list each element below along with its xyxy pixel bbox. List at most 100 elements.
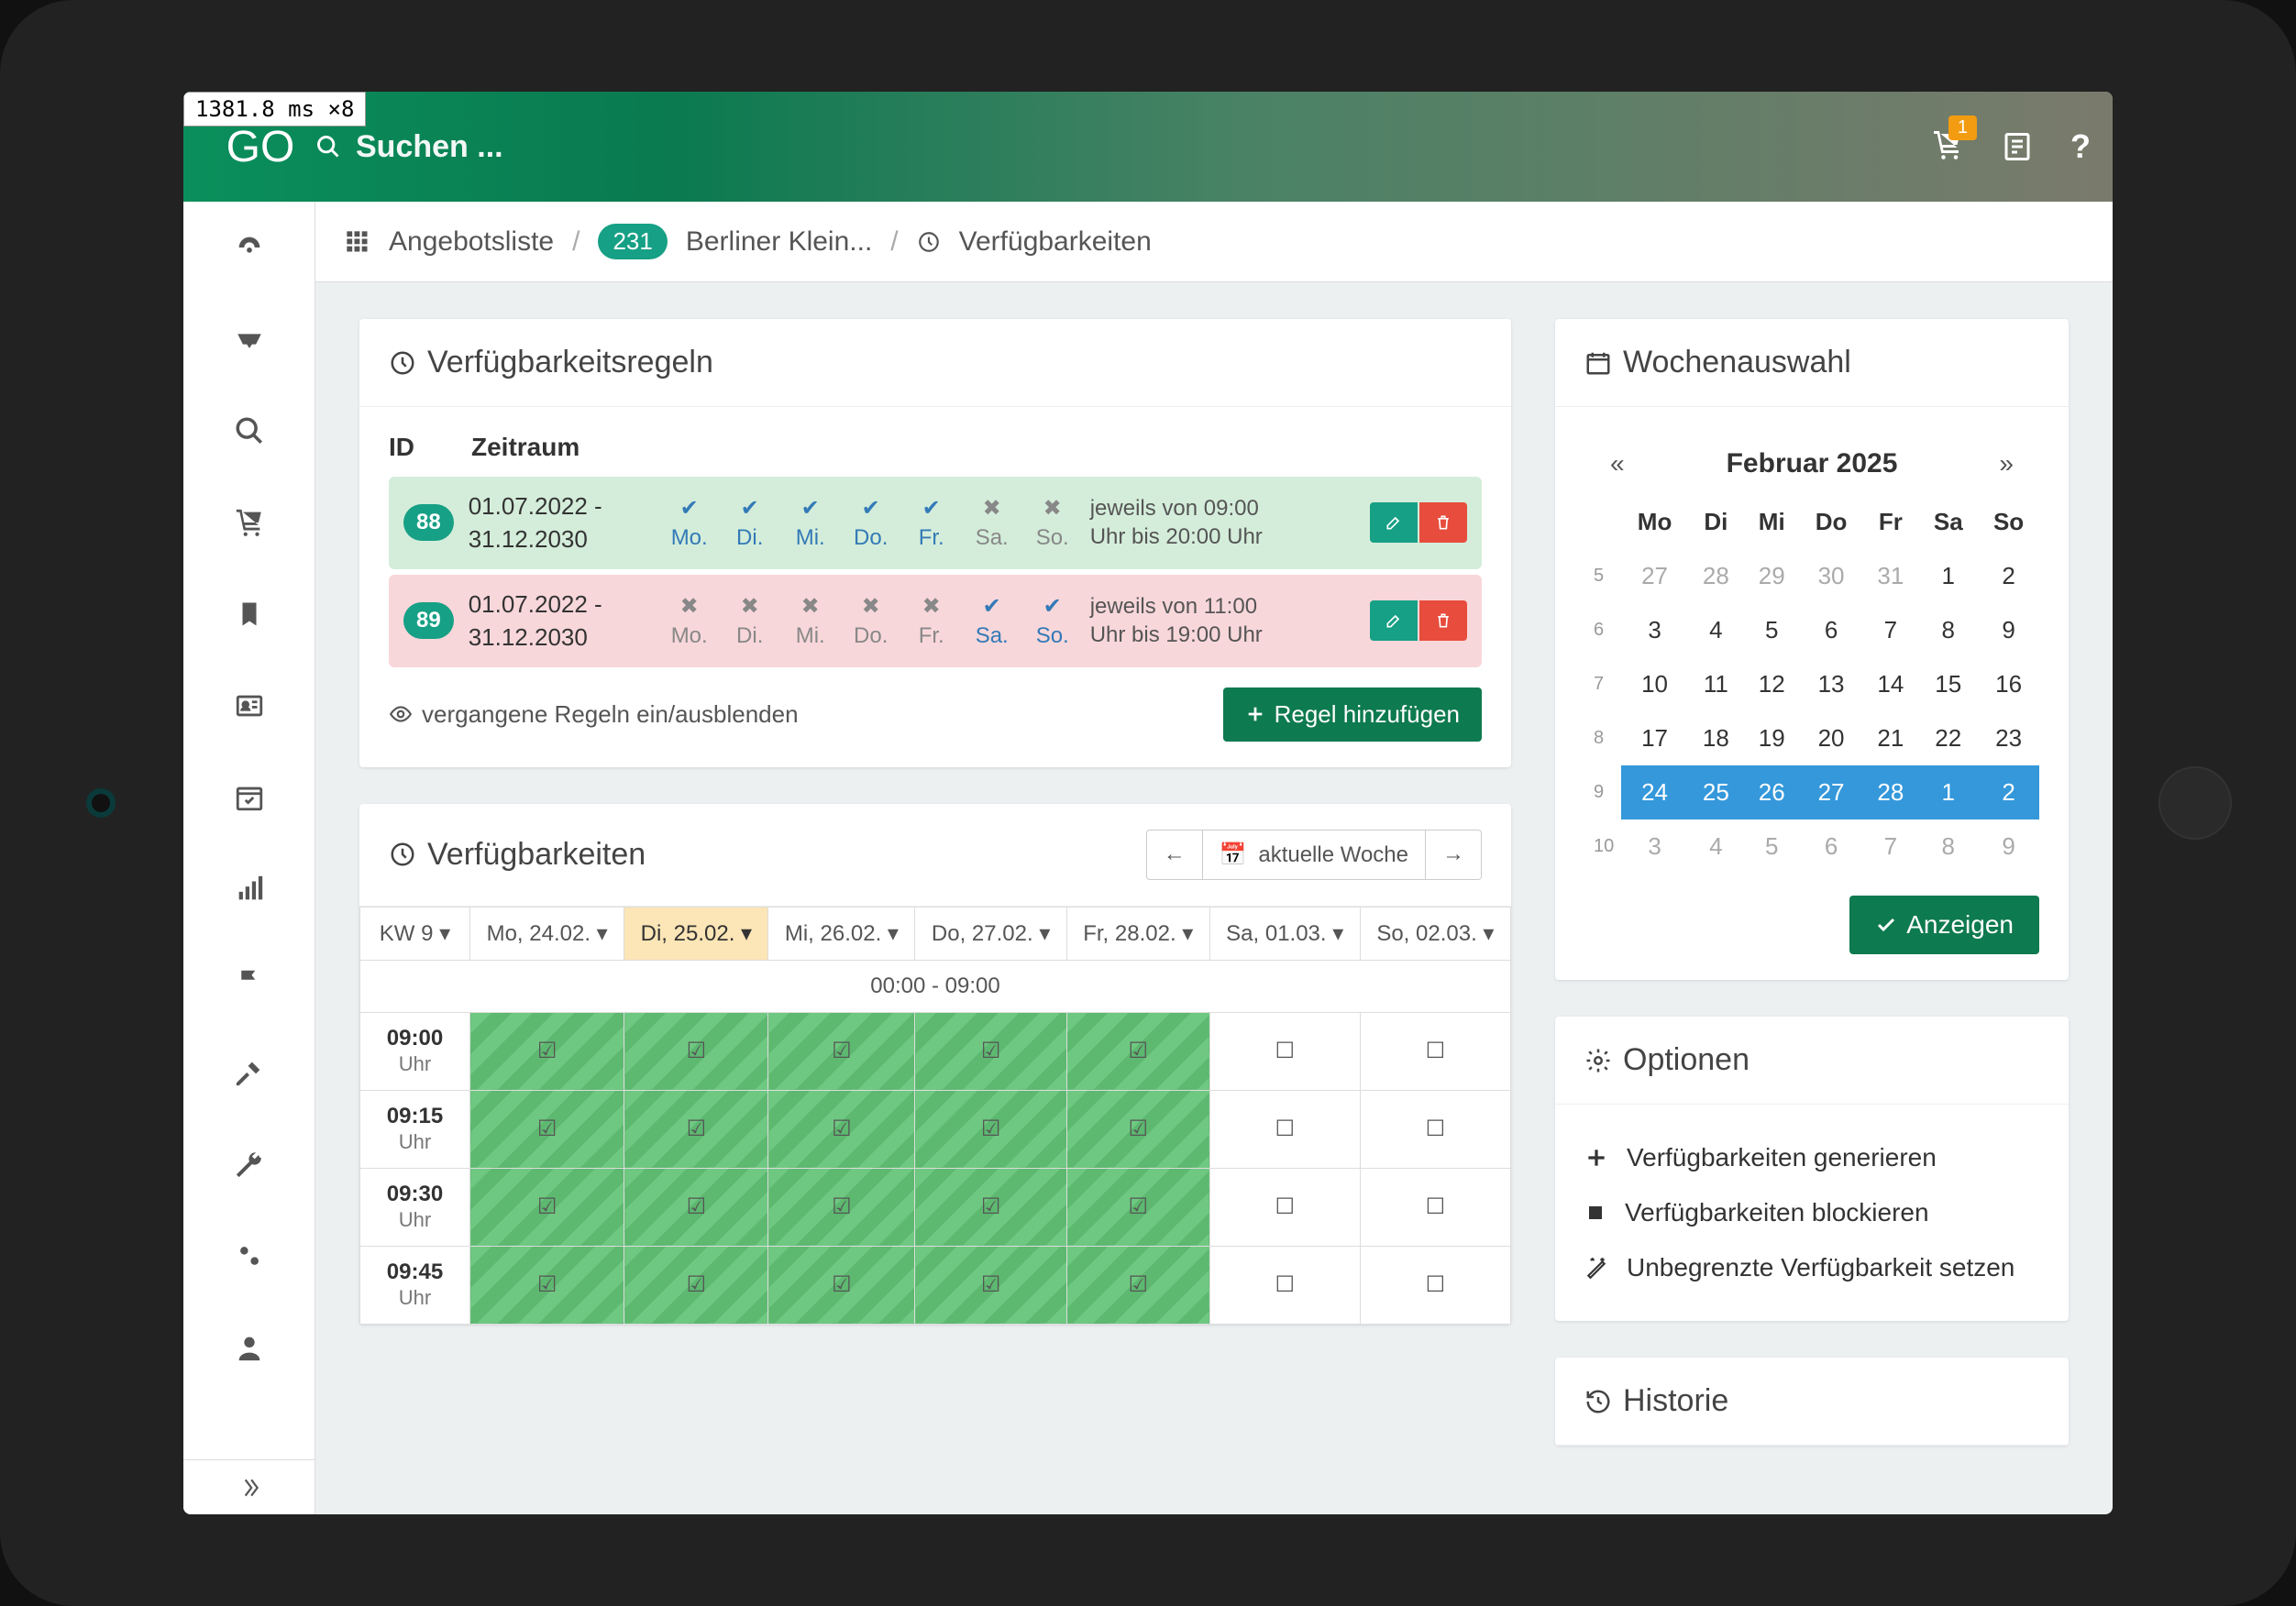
logo[interactable]: GO	[205, 122, 315, 172]
sidebar-item-search[interactable]	[183, 385, 315, 477]
calendar-day[interactable]: 10	[1621, 657, 1688, 711]
calendar-day[interactable]: 4	[1688, 820, 1744, 874]
calendar-day[interactable]: 16	[1978, 657, 2039, 711]
availability-slot-on[interactable]: ☑	[768, 1246, 915, 1324]
kw-header[interactable]: KW 9 ▾	[360, 907, 470, 960]
calendar-week-row[interactable]: 5272829303112	[1584, 549, 2039, 603]
breadcrumb-angebotsliste[interactable]: Angebotsliste	[389, 226, 554, 258]
availability-slot-on[interactable]: ☑	[624, 1012, 768, 1090]
sidebar-item-cart[interactable]	[183, 477, 315, 568]
availability-slot-off[interactable]: ☐	[1360, 1246, 1510, 1324]
availability-slot-on[interactable]: ☑	[915, 1012, 1067, 1090]
day-header[interactable]: Mi, 26.02. ▾	[768, 907, 915, 960]
sidebar-item-calendar[interactable]	[183, 752, 315, 843]
sidebar-item-user[interactable]	[183, 1302, 315, 1393]
availability-slot-off[interactable]: ☐	[1209, 1012, 1360, 1090]
calendar-day[interactable]: 18	[1688, 711, 1744, 765]
calendar-day[interactable]: 31	[1862, 549, 1918, 603]
calendar-day[interactable]: 27	[1621, 549, 1688, 603]
calendar-day[interactable]: 5	[1744, 603, 1800, 657]
option-item[interactable]: Verfügbarkeiten blockieren	[1584, 1185, 2039, 1240]
availability-slot-off[interactable]: ☐	[1209, 1246, 1360, 1324]
availability-slot-off[interactable]: ☐	[1360, 1012, 1510, 1090]
availability-slot-off[interactable]: ☐	[1360, 1090, 1510, 1168]
calendar-day[interactable]: 8	[1918, 603, 1978, 657]
document-icon[interactable]	[2001, 130, 2034, 163]
day-header[interactable]: Sa, 01.03. ▾	[1209, 907, 1360, 960]
sidebar-item-flag[interactable]	[183, 935, 315, 1027]
availability-slot-on[interactable]: ☑	[768, 1012, 915, 1090]
day-header[interactable]: Do, 27.02. ▾	[915, 907, 1067, 960]
tablet-home-button[interactable]	[2158, 766, 2232, 840]
option-item[interactable]: Verfügbarkeiten generieren	[1584, 1130, 2039, 1185]
calendar-week-row[interactable]: 710111213141516	[1584, 657, 2039, 711]
calendar-day[interactable]: 27	[1800, 765, 1863, 820]
calendar-day[interactable]: 11	[1688, 657, 1744, 711]
availability-slot-on[interactable]: ☑	[915, 1246, 1067, 1324]
calendar-day[interactable]: 6	[1800, 603, 1863, 657]
breadcrumb-item[interactable]: Berliner Klein...	[686, 226, 872, 258]
calendar-day[interactable]: 25	[1688, 765, 1744, 820]
calendar-day[interactable]: 2	[1978, 549, 2039, 603]
availability-slot-on[interactable]: ☑	[624, 1090, 768, 1168]
calendar-day[interactable]: 12	[1744, 657, 1800, 711]
edit-rule-button[interactable]	[1370, 502, 1418, 543]
availability-slot-on[interactable]: ☑	[1066, 1090, 1209, 1168]
availability-slot-off[interactable]: ☐	[1360, 1168, 1510, 1246]
help-button[interactable]: ?	[2070, 127, 2091, 166]
calendar-day[interactable]: 19	[1744, 711, 1800, 765]
day-header[interactable]: Fr, 28.02. ▾	[1066, 907, 1209, 960]
calendar-day[interactable]: 4	[1688, 603, 1744, 657]
sidebar-item-gavel[interactable]	[183, 1027, 315, 1118]
availability-slot-on[interactable]: ☑	[915, 1090, 1067, 1168]
calendar-day[interactable]: 28	[1688, 549, 1744, 603]
cal-next-button[interactable]: »	[1986, 442, 2026, 486]
search-input[interactable]	[356, 129, 778, 165]
availability-slot-on[interactable]: ☑	[470, 1246, 624, 1324]
sidebar-item-cogs[interactable]	[183, 1210, 315, 1302]
calendar-day[interactable]: 9	[1978, 820, 2039, 874]
calendar-day[interactable]: 29	[1744, 549, 1800, 603]
sidebar-item-stats[interactable]	[183, 843, 315, 935]
calendar-day[interactable]: 6	[1800, 820, 1863, 874]
sidebar-item-inbox[interactable]	[183, 293, 315, 385]
search-box[interactable]	[315, 129, 778, 165]
calendar-day[interactable]: 26	[1744, 765, 1800, 820]
calendar-day[interactable]: 7	[1862, 820, 1918, 874]
calendar-day[interactable]: 1	[1918, 549, 1978, 603]
calendar-day[interactable]: 5	[1744, 820, 1800, 874]
delete-rule-button[interactable]	[1419, 502, 1467, 543]
add-rule-button[interactable]: Regel hinzufügen	[1223, 688, 1482, 742]
availability-slot-off[interactable]: ☐	[1209, 1090, 1360, 1168]
calendar-day[interactable]: 7	[1862, 603, 1918, 657]
delete-rule-button[interactable]	[1419, 600, 1467, 641]
availability-slot-on[interactable]: ☑	[1066, 1168, 1209, 1246]
next-week-button[interactable]: →	[1426, 830, 1482, 880]
availability-slot-on[interactable]: ☑	[470, 1012, 624, 1090]
show-button[interactable]: Anzeigen	[1849, 896, 2039, 954]
day-header[interactable]: So, 02.03. ▾	[1360, 907, 1510, 960]
calendar-day[interactable]: 15	[1918, 657, 1978, 711]
sidebar-expand-toggle[interactable]	[183, 1459, 315, 1514]
calendar-day[interactable]: 21	[1862, 711, 1918, 765]
calendar-day[interactable]: 3	[1621, 820, 1688, 874]
day-header[interactable]: Di, 25.02. ▾	[624, 907, 768, 960]
calendar-day[interactable]: 23	[1978, 711, 2039, 765]
calendar-day[interactable]: 2	[1978, 765, 2039, 820]
availability-slot-on[interactable]: ☑	[915, 1168, 1067, 1246]
sidebar-item-contacts[interactable]	[183, 660, 315, 752]
sidebar-item-dashboard[interactable]	[183, 202, 315, 293]
toggle-past-rules[interactable]: vergangene Regeln ein/ausblenden	[389, 700, 799, 729]
calendar-day[interactable]: 13	[1800, 657, 1863, 711]
availability-slot-on[interactable]: ☑	[768, 1090, 915, 1168]
availability-slot-on[interactable]: ☑	[1066, 1246, 1209, 1324]
availability-slot-on[interactable]: ☑	[470, 1168, 624, 1246]
calendar-day[interactable]: 28	[1862, 765, 1918, 820]
calendar-week-row[interactable]: 63456789	[1584, 603, 2039, 657]
option-item[interactable]: Unbegrenzte Verfügbarkeit setzen	[1584, 1240, 2039, 1295]
edit-rule-button[interactable]	[1370, 600, 1418, 641]
availability-slot-on[interactable]: ☑	[624, 1246, 768, 1324]
calendar-day[interactable]: 22	[1918, 711, 1978, 765]
calendar-day[interactable]: 24	[1621, 765, 1688, 820]
calendar-day[interactable]: 14	[1862, 657, 1918, 711]
